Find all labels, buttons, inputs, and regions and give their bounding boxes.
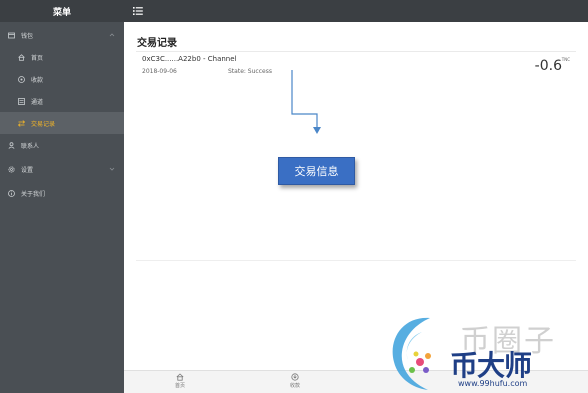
sidebar-item-label: 设置 [21, 166, 34, 174]
sidebar-header: 菜单 [0, 0, 124, 22]
contacts-icon [8, 141, 15, 149]
home-icon [176, 373, 184, 381]
tab-receive[interactable]: 收款 [275, 373, 315, 389]
wallet-icon [8, 32, 15, 39]
callout-label: 交易信息 [278, 157, 355, 185]
sidebar-item-wallet[interactable]: 钱包 [0, 24, 124, 46]
tab-home[interactable]: 首页 [160, 373, 200, 389]
settings-icon [8, 165, 15, 173]
watermark-main-text: 币大师 [450, 349, 532, 382]
info-icon [8, 189, 15, 197]
receive-icon [291, 373, 299, 381]
sidebar-item-label: 关于我们 [21, 190, 46, 198]
sidebar-item-label: 交易记录 [31, 120, 56, 128]
watermark: 币圈子 币大师 www.99hufu.com [382, 310, 588, 393]
list-icon[interactable] [132, 5, 144, 17]
sidebar-item-label: 收款 [31, 76, 44, 84]
sidebar-item-label: 联系人 [21, 142, 40, 150]
chevron-down-icon [109, 167, 115, 171]
sidebar-item-transactions[interactable]: 交易记录 [0, 112, 124, 134]
tab-label: 首页 [174, 383, 185, 389]
sidebar-title: 菜单 [52, 7, 71, 18]
sidebar-item-label: 钱包 [21, 32, 34, 40]
sidebar-item-about[interactable]: 关于我们 [0, 182, 124, 204]
receive-icon [18, 75, 25, 83]
sidebar-item-contacts[interactable]: 联系人 [0, 134, 124, 156]
callout-text: 交易信息 [294, 165, 339, 178]
chevron-up-icon [109, 33, 115, 37]
transaction-icon [18, 119, 25, 127]
sidebar-item-label: 首页 [31, 54, 44, 62]
sidebar-item-settings[interactable]: 设置 [0, 158, 124, 180]
sidebar-item-receive[interactable]: 收款 [0, 68, 124, 90]
sidebar-item-label: 通道 [31, 98, 44, 106]
sidebar-item-home[interactable]: 首页 [0, 46, 124, 68]
watermark-logo-icon [392, 317, 431, 390]
watermark-url: www.99hufu.com [458, 379, 528, 388]
channel-icon [18, 97, 25, 105]
home-icon [18, 53, 25, 61]
sidebar-item-channel[interactable]: 通道 [0, 90, 124, 112]
tab-label: 收款 [289, 383, 300, 389]
top-bar [124, 0, 588, 22]
sidebar: 菜单 钱包 首页 收款 通道 交易记录 联系人 设置 关于我们 [0, 0, 124, 393]
